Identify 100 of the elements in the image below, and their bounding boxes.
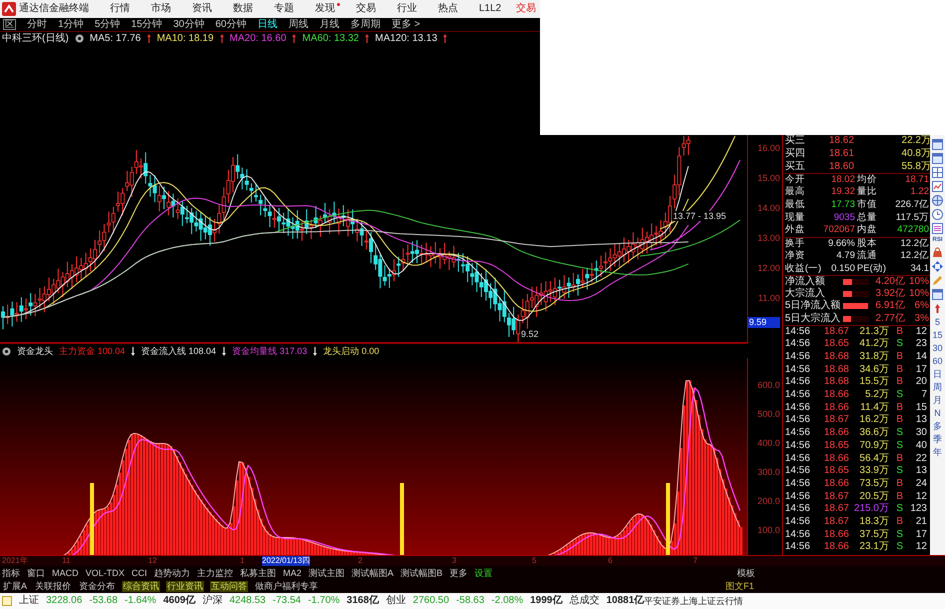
move-icon[interactable] (932, 261, 943, 272)
menu-item[interactable]: L1L2 (479, 3, 502, 15)
period-tab[interactable]: 日线 (258, 18, 278, 30)
logo-icon (2, 2, 16, 16)
period-button[interactable]: 周 (933, 382, 942, 392)
grid-icon[interactable] (932, 167, 943, 178)
depth-label: 买三 (785, 135, 806, 148)
ma-value: MA5: 17.76 (90, 32, 141, 44)
up-arrow-icon[interactable] (932, 303, 943, 314)
indicator-tab[interactable]: MA2 (283, 568, 302, 578)
indicator-tab[interactable]: 测试幅图A (352, 568, 394, 578)
indicator-tab[interactable]: VOL-TDX (86, 568, 125, 578)
indicator-tab[interactable]: 指标 (2, 568, 20, 578)
period-button[interactable]: 60 (932, 356, 942, 366)
period-button[interactable]: 日 (933, 369, 942, 380)
globe-icon[interactable] (932, 195, 943, 206)
tick-price: 18.68 (822, 364, 849, 376)
indicator-tab[interactable]: MACD (52, 568, 78, 578)
tick-count: 23 (914, 338, 927, 350)
tick-volume: 15.5万 (858, 376, 889, 388)
indicator-tab[interactable]: 私募主图 (240, 568, 276, 578)
period-tab[interactable]: 5分钟 (94, 18, 120, 30)
period-tab[interactable]: 60分钟 (215, 18, 246, 30)
stat-label: 股本 (856, 238, 878, 250)
gear-icon (2, 346, 11, 356)
menu-item[interactable]: 行情 (110, 3, 130, 15)
stock-name: 中科三环(日线) (2, 32, 69, 44)
stat-label: 最高 (785, 186, 806, 198)
menu-item[interactable]: 发现 (315, 3, 335, 15)
chart-icon[interactable] (932, 181, 943, 192)
period-tab[interactable]: 15分钟 (131, 18, 162, 30)
trade-side: S (895, 338, 903, 350)
indicator-tab[interactable]: 测试幅图B (400, 568, 443, 578)
date-label: 2 (358, 556, 362, 566)
trade-link[interactable]: 交易 (516, 3, 536, 15)
period-tab[interactable]: 1分钟 (58, 18, 84, 30)
index-value: 3228.06 (46, 595, 82, 607)
period-button[interactable]: 15 (932, 330, 942, 340)
menu-item[interactable]: 专题 (274, 3, 294, 15)
window-icon[interactable] (932, 153, 943, 164)
indicator-tab[interactable]: 趋势动力 (154, 568, 190, 578)
price-axis-label: 15.00 (756, 172, 780, 185)
period-button[interactable]: 多 (933, 421, 942, 432)
period-tab[interactable]: 多周期 (350, 18, 380, 30)
index-percent: -2.08% (491, 595, 524, 607)
tick-price: 18.66 (822, 389, 849, 402)
stat-value: 12.2亿 (900, 238, 929, 250)
period-tab[interactable]: 分时 (27, 18, 47, 30)
tick-volume: 37.5万 (858, 528, 889, 541)
period-tab[interactable]: 月线 (320, 18, 340, 30)
indicator-axis-label: 200.0 (756, 495, 780, 508)
indicator-tab[interactable]: 主力监控 (197, 568, 234, 578)
period-tab[interactable]: 30分钟 (173, 18, 204, 30)
f10-button[interactable]: 图文F1 (724, 581, 755, 592)
bag-icon[interactable] (932, 247, 943, 258)
info-tab[interactable]: 互动问答 (210, 581, 248, 592)
info-tab[interactable]: 做商户福利专享 (254, 581, 320, 592)
menu-item[interactable]: 市场 (151, 3, 171, 15)
period-button[interactable]: 年 (933, 447, 942, 458)
ma-value: MA10: 18.19 (156, 32, 214, 44)
index-percent: -1.64% (124, 595, 156, 607)
total-label: 总成交 (569, 595, 600, 607)
tick-volume: 56.4万 (858, 452, 889, 465)
period-tab[interactable]: 周线 (288, 18, 308, 30)
tick-price: 18.66 (822, 478, 849, 490)
settings-tab[interactable]: 设置 (474, 568, 493, 578)
info-tab[interactable]: 关联报价 (34, 581, 72, 592)
trade-side: B (895, 402, 903, 414)
trade-side: S (895, 465, 903, 478)
menu-item[interactable]: 交易 (356, 3, 376, 15)
window-icon[interactable] (932, 289, 943, 300)
window-icon[interactable] (932, 139, 943, 150)
stat-value: 17.73 (830, 199, 855, 210)
tick-volume: 5.2万 (864, 389, 889, 402)
clock-icon[interactable] (932, 209, 943, 220)
indicator-tab[interactable]: 测试主图 (308, 568, 345, 578)
info-tab[interactable]: 行业资讯 (166, 581, 204, 592)
menu-item[interactable]: 行业 (397, 3, 417, 15)
info-tab[interactable]: 扩展A (2, 581, 28, 592)
list-icon[interactable] (932, 223, 943, 234)
period-tab[interactable]: 更多 > (392, 18, 420, 30)
layout-toggle[interactable]: 区 (3, 19, 16, 30)
template-button[interactable]: 模板 (737, 568, 755, 578)
period-button[interactable]: N (934, 408, 941, 418)
info-tab[interactable]: 资金分布 (78, 581, 116, 592)
period-button[interactable]: 季 (933, 434, 942, 444)
indicator-tab[interactable]: 更多 (450, 568, 468, 578)
window-icon (2, 596, 12, 606)
period-button[interactable]: 30 (932, 343, 942, 354)
menu-item[interactable]: 数据 (233, 3, 253, 15)
menu-item[interactable]: 资讯 (192, 3, 212, 15)
tick-time: 14:56 (785, 326, 812, 338)
indicator-tab[interactable]: 窗口 (27, 568, 45, 578)
tick-count: 24 (914, 478, 927, 490)
indicator-tab[interactable]: CCI (132, 568, 148, 578)
info-tab[interactable]: 综合资讯 (122, 581, 160, 592)
period-button[interactable]: 5 (934, 317, 940, 328)
period-button[interactable]: 月 (933, 395, 942, 406)
menu-item[interactable]: 热点 (438, 3, 458, 15)
indicator-value: 龙头启动 0.00 (323, 346, 380, 356)
